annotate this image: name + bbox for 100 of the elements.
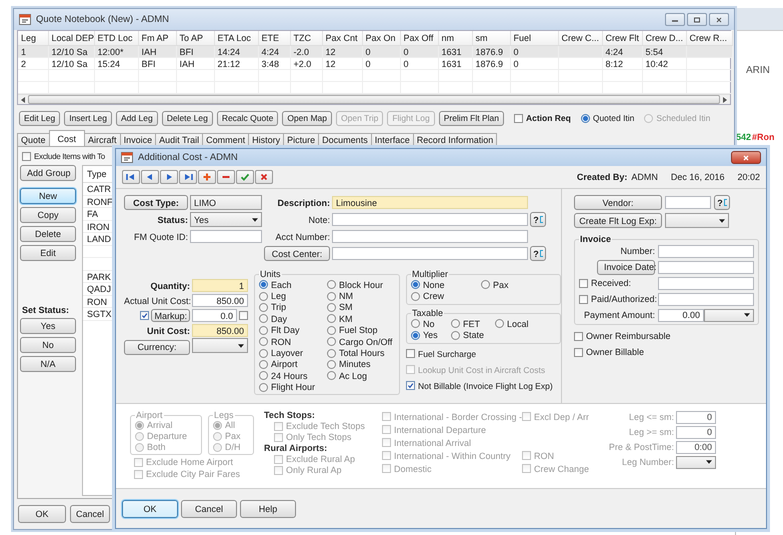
cost-center-field[interactable] <box>332 247 528 260</box>
tab[interactable]: History <box>248 133 284 146</box>
next-record-button[interactable] <box>160 170 178 184</box>
tab[interactable]: Comment <box>202 133 250 146</box>
currency-button[interactable]: Currency: <box>124 340 190 354</box>
action-button[interactable]: Insert Leg <box>64 110 112 126</box>
radio-button[interactable]: NM <box>327 290 395 302</box>
radio-button[interactable]: Flight Hour <box>259 382 327 393</box>
tab[interactable]: Aircraft <box>84 133 121 146</box>
radio-button[interactable]: RON <box>259 336 327 348</box>
list-item[interactable]: QADJ <box>87 284 112 294</box>
checkbox[interactable]: Owner Reimbursable <box>574 331 759 341</box>
tab[interactable]: Quote <box>17 133 50 146</box>
radio-button[interactable]: No <box>411 318 451 330</box>
remove-button[interactable] <box>217 170 235 184</box>
close-button[interactable] <box>709 13 729 26</box>
first-record-button[interactable] <box>122 170 140 184</box>
payment-dropdown[interactable] <box>704 308 754 322</box>
lookup-button[interactable]: ? <box>530 212 546 227</box>
action-req-checkbox[interactable]: Action Req <box>514 113 571 123</box>
column-header[interactable]: nm <box>438 31 472 46</box>
radio-button[interactable]: SM <box>327 302 395 314</box>
last-record-button[interactable] <box>179 170 197 184</box>
flt-log-exp-dropdown[interactable] <box>665 213 729 228</box>
checkbox[interactable]: Owner Billable <box>574 347 759 357</box>
column-header[interactable]: Crew Flt <box>602 31 642 46</box>
tab[interactable]: Audit Trail <box>155 133 204 146</box>
list-item[interactable]: RON <box>87 296 107 306</box>
radio-button[interactable]: Leg <box>259 290 327 302</box>
add-group-button[interactable]: Add Group <box>20 165 76 181</box>
markup-button[interactable]: Markup: <box>151 309 190 322</box>
dialog-button[interactable]: Help <box>240 500 296 518</box>
maximize-button[interactable] <box>687 13 707 26</box>
radio-button[interactable]: Local <box>495 318 545 330</box>
column-header[interactable]: ETD Loc <box>94 31 138 46</box>
action-button[interactable]: Recalc Quote <box>216 110 278 126</box>
actual-unit-cost-field[interactable]: 850.00 <box>192 294 248 307</box>
radio-button[interactable]: Block Hour <box>327 279 395 290</box>
lookup-button[interactable]: ? <box>714 195 730 210</box>
cancel-button[interactable] <box>255 170 273 184</box>
column-header[interactable]: Pax Cnt <box>322 31 362 46</box>
radio-button[interactable]: Fuel Stop <box>327 324 395 336</box>
tab[interactable]: Documents <box>318 133 372 146</box>
radio-button[interactable]: Day <box>259 313 327 325</box>
list-item[interactable]: FA <box>87 209 98 219</box>
markup-checkbox[interactable] <box>140 311 150 320</box>
column-header[interactable]: Fuel <box>510 31 558 46</box>
list-item[interactable]: SGTX <box>87 309 112 319</box>
radio-button[interactable]: Airport <box>259 358 327 370</box>
received-field[interactable] <box>658 276 754 290</box>
note-field[interactable] <box>332 213 528 226</box>
column-header[interactable]: Crew D... <box>642 31 686 46</box>
radio-button[interactable]: Yes <box>411 330 451 341</box>
exclude-items-checkbox[interactable]: Exclude Items with To <box>22 152 105 161</box>
lookup-button[interactable]: ? <box>530 246 546 261</box>
side-button[interactable]: Delete <box>20 226 76 242</box>
radio-button[interactable]: Minutes <box>327 358 395 370</box>
column-header[interactable]: Crew R... <box>686 31 732 46</box>
list-item[interactable]: PARK <box>87 272 111 282</box>
close-button[interactable] <box>731 151 761 164</box>
radio-button[interactable]: Quoted Itin <box>580 113 634 123</box>
tab[interactable]: Cost <box>48 130 86 146</box>
unit-cost-field[interactable]: 850.00 <box>192 324 248 337</box>
radio-button[interactable]: Crew <box>411 290 481 302</box>
previous-record-button[interactable] <box>141 170 159 184</box>
action-button[interactable]: Prelim Flt Plan <box>438 110 504 126</box>
action-button[interactable]: Add Leg <box>116 110 158 126</box>
tab[interactable]: Picture <box>283 133 320 146</box>
cost-type-button[interactable]: Cost Type: <box>124 195 188 210</box>
list-item[interactable]: IRON <box>87 222 110 232</box>
radio-button[interactable]: Each <box>259 279 327 290</box>
list-item[interactable]: CATR <box>87 184 111 194</box>
column-header[interactable]: To AP <box>176 31 214 46</box>
checkbox[interactable]: Paid/Authorized: <box>579 294 655 304</box>
radio-button[interactable]: KM <box>327 313 395 325</box>
radio-button[interactable]: None <box>411 279 481 290</box>
dialog-button[interactable]: OK <box>122 500 178 518</box>
dialog-button[interactable]: Cancel <box>70 505 110 523</box>
column-header[interactable]: Crew C... <box>558 31 602 46</box>
radio-button[interactable]: FET <box>451 318 495 330</box>
fm-quote-id-field[interactable] <box>190 230 262 243</box>
currency-dropdown[interactable] <box>192 338 248 353</box>
radio-button[interactable]: Cargo On/Off <box>327 336 395 348</box>
tab[interactable]: Interface <box>370 133 414 146</box>
payment-amount-field[interactable]: 0.00 <box>658 308 704 322</box>
radio-button[interactable]: Ac Log <box>327 370 395 382</box>
action-button[interactable]: Open Map <box>282 110 332 126</box>
status-button[interactable]: Yes <box>20 318 76 334</box>
radio-button[interactable]: Trip <box>259 302 327 314</box>
radio-button[interactable]: Pax <box>481 279 541 290</box>
create-flt-log-exp-button[interactable]: Create Flt Log Exp: <box>574 213 662 228</box>
side-button[interactable]: Edit <box>20 245 76 261</box>
acct-number-field[interactable] <box>332 230 528 243</box>
markup-percent-checkbox[interactable] <box>239 311 248 320</box>
radio-button[interactable]: Layover <box>259 347 327 359</box>
tab[interactable]: Record Information <box>412 133 498 146</box>
status-button[interactable]: N/A <box>20 356 76 372</box>
invoice-date-field[interactable] <box>658 260 754 274</box>
action-button[interactable]: Edit Leg <box>19 110 60 126</box>
column-header[interactable]: Leg <box>18 31 48 46</box>
